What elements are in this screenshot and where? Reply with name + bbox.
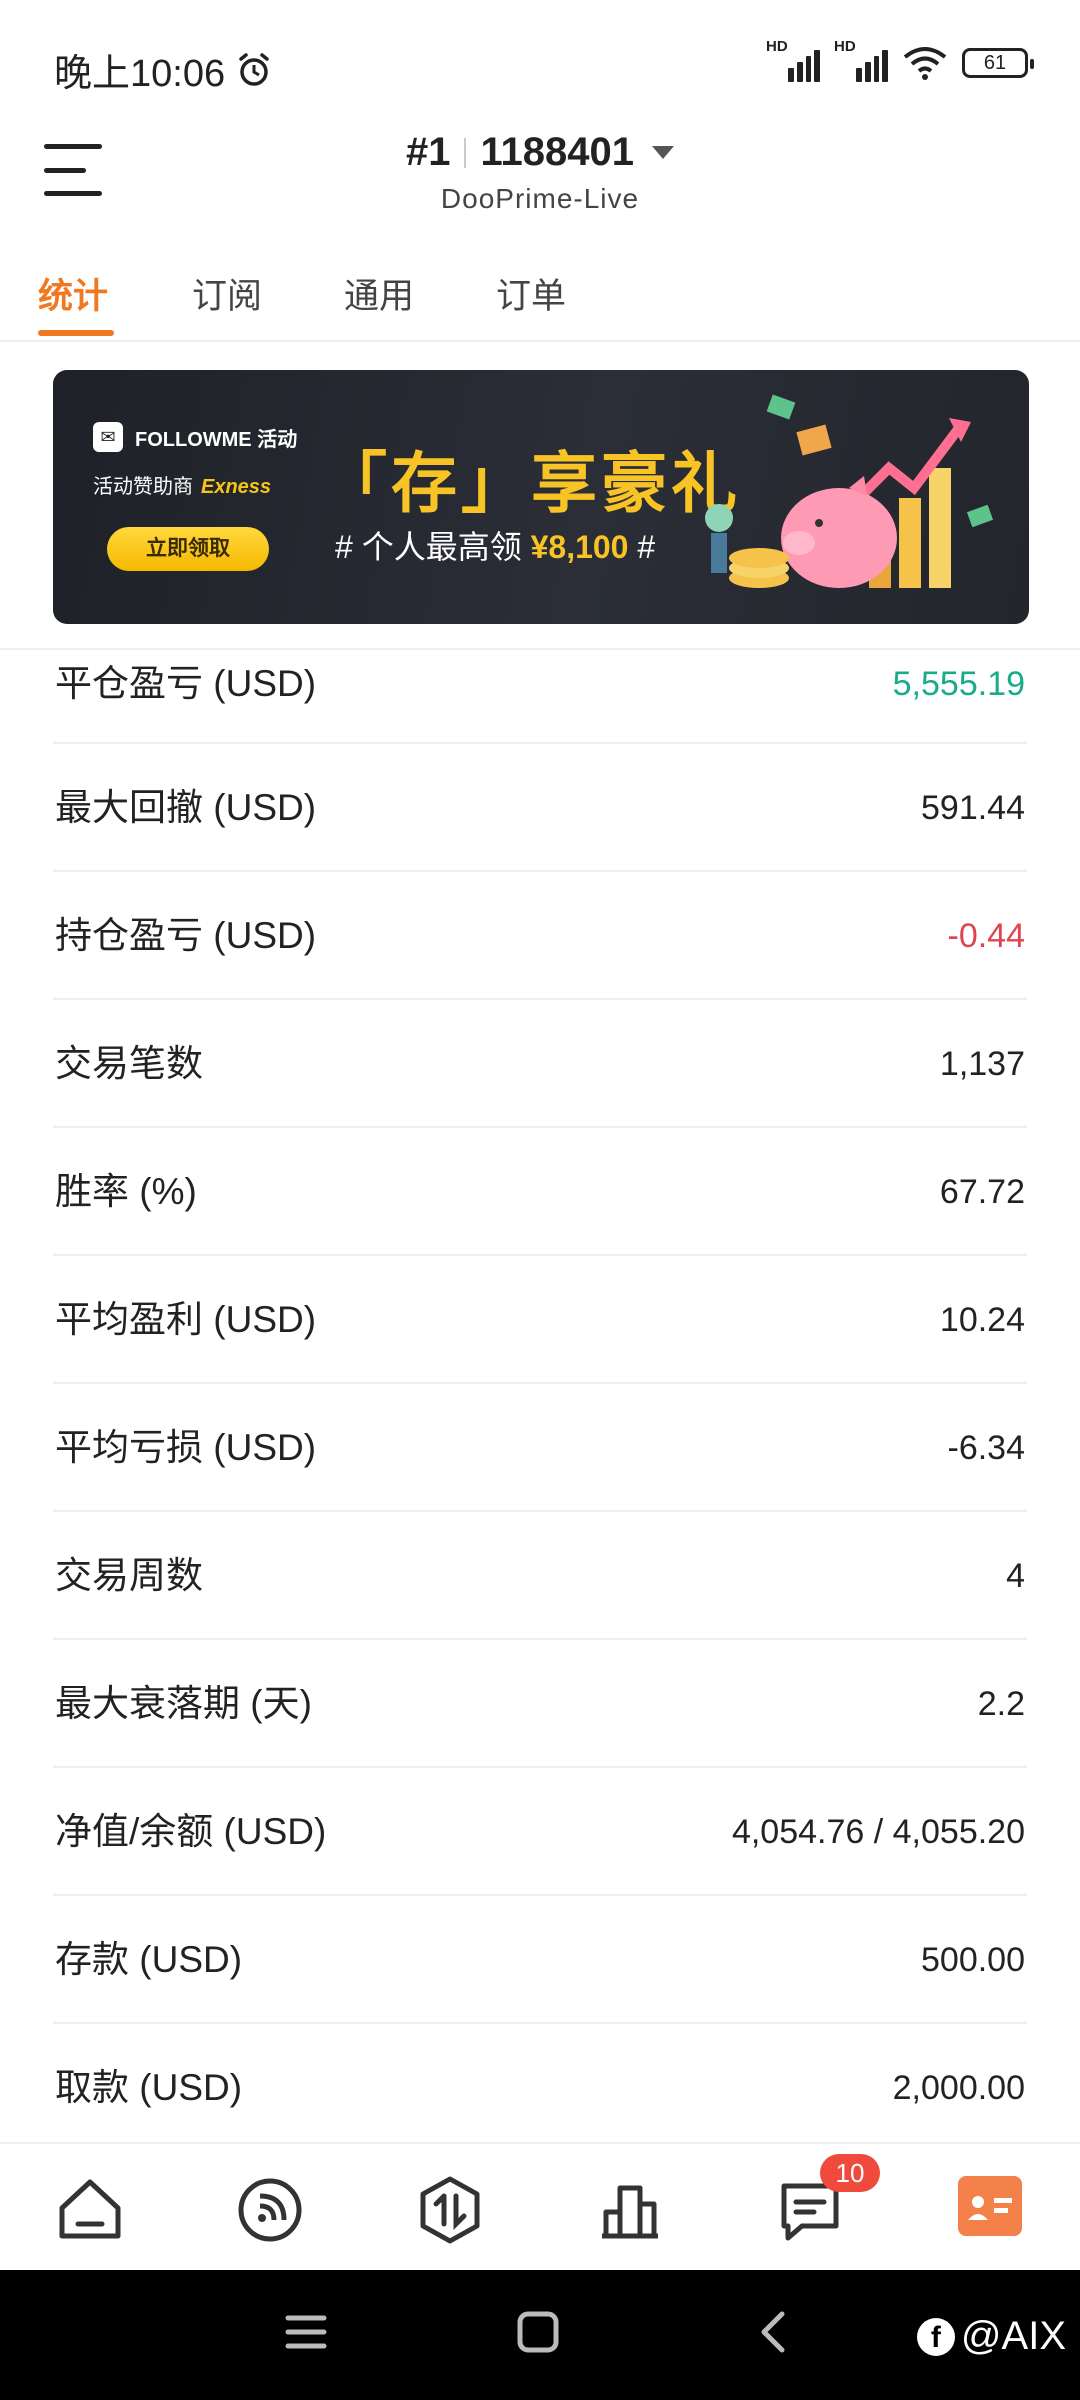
- bottom-navigation: 10: [0, 2142, 1080, 2270]
- stat-value: 2,000.00: [892, 2069, 1025, 2107]
- clock-text: 晚上10:06: [54, 53, 226, 95]
- stat-value: 2.2: [977, 1685, 1025, 1723]
- stat-row-trading-weeks: 交易周数 4: [53, 1512, 1027, 1640]
- stat-value: 67.72: [939, 1173, 1025, 1211]
- trade-icon[interactable]: [414, 2174, 486, 2246]
- app-header: #1 1188401 DooPrime-Live: [0, 130, 1080, 240]
- stat-label: 平均盈利 (USD): [55, 1299, 317, 1340]
- status-bar: 晚上10:06 HD HD 61: [0, 0, 1080, 130]
- stat-value: 500.00: [921, 1941, 1025, 1979]
- subtitle-amount: ¥8,100: [530, 529, 629, 565]
- status-indicators: HD HD 61: [766, 38, 1034, 82]
- watermark-handle: @AIX: [960, 2314, 1066, 2358]
- stat-value: -0.44: [947, 917, 1026, 955]
- account-id: 1188401: [480, 130, 634, 174]
- battery-level: 61: [983, 51, 1007, 74]
- subtitle-suffix: #: [637, 529, 656, 565]
- tab-statistics[interactable]: 统计: [38, 268, 108, 319]
- hd-badge: HD: [766, 38, 788, 55]
- stat-row-win-rate: 胜率 (%) 67.72: [53, 1128, 1027, 1256]
- stat-row-max-decline-period: 最大衰落期 (天) 2.2: [53, 1640, 1027, 1768]
- chevron-down-icon[interactable]: [652, 146, 674, 159]
- banner-subtitle: # 个人最高领 ¥8,100 #: [335, 522, 655, 568]
- stat-row-trade-count: 交易笔数 1,137: [53, 1000, 1027, 1128]
- hd-badge-2: HD: [834, 38, 856, 55]
- stat-label: 净值/余额 (USD): [55, 1811, 327, 1852]
- active-tab-indicator: [38, 330, 114, 336]
- sponsor-name: Exness: [201, 476, 272, 498]
- ranking-icon[interactable]: [594, 2174, 666, 2246]
- stat-label: 平均亏损 (USD): [55, 1427, 317, 1468]
- tab-subscribe[interactable]: 订阅: [192, 268, 262, 319]
- megaphone-icon: ✉: [93, 422, 123, 452]
- stat-label: 取款 (USD): [55, 2067, 243, 2108]
- subtitle-prefix: # 个人最高领: [335, 529, 522, 565]
- profile-icon[interactable]: [958, 2176, 1022, 2236]
- stat-label: 最大衰落期 (天): [55, 1683, 312, 1724]
- promo-banner[interactable]: ✉ FOLLOWME 活动 活动赞助商 Exness 立即领取 「存」享豪礼 # …: [53, 370, 1029, 624]
- message-badge: 10: [820, 2154, 880, 2192]
- stat-value: 4: [1006, 1557, 1025, 1595]
- stat-value: 1,137: [939, 1045, 1025, 1083]
- account-server: DooPrime-Live: [440, 183, 640, 214]
- stat-row-closed-pnl: 平仓盈亏 (USD) 5,555.19: [53, 650, 1027, 744]
- banner-title: 「存」享豪礼: [321, 446, 741, 520]
- signal-icon-2: HD: [834, 38, 888, 82]
- status-time: 晚上10:06: [54, 42, 273, 97]
- banner-sponsor: 活动赞助商 Exness: [93, 470, 271, 499]
- stat-label: 交易笔数: [55, 1043, 203, 1084]
- facebook-icon: f: [916, 2317, 955, 2356]
- stat-row-max-drawdown: 最大回撤 (USD) 591.44: [53, 744, 1027, 872]
- banner-brand-text: FOLLOWME 活动: [135, 428, 298, 451]
- stat-label: 持仓盈亏 (USD): [55, 915, 317, 956]
- stat-label: 平仓盈亏 (USD): [55, 663, 317, 704]
- piggy-bank-illustration: [705, 394, 994, 588]
- stat-row-withdrawal: 取款 (USD) 2,000.00: [53, 2024, 1027, 2152]
- stat-value: 591.44: [921, 789, 1025, 827]
- wifi-icon: [903, 47, 947, 80]
- alarm-icon: [239, 52, 269, 86]
- recent-apps-icon[interactable]: [284, 2310, 328, 2354]
- sponsor-prefix: 活动赞助商: [93, 476, 193, 498]
- subscribe-icon[interactable]: [234, 2174, 306, 2246]
- system-navigation-bar: f @AIX: [0, 2270, 1080, 2400]
- stat-row-avg-profit: 平均盈利 (USD) 10.24: [53, 1256, 1027, 1384]
- account-selector[interactable]: #1 1188401 DooPrime-Live: [0, 130, 1080, 215]
- signal-icon: HD: [766, 38, 820, 82]
- battery-icon: 61: [962, 48, 1034, 78]
- tab-orders[interactable]: 订单: [496, 268, 566, 319]
- stat-value: 5,555.19: [892, 665, 1025, 703]
- stat-value: -6.34: [947, 1429, 1026, 1467]
- watermark: f @AIX: [916, 2314, 1066, 2359]
- stats-list: 平仓盈亏 (USD) 5,555.19 最大回撤 (USD) 591.44 持仓…: [0, 650, 1080, 2152]
- stat-value: 10.24: [939, 1301, 1025, 1339]
- stat-row-equity-balance: 净值/余额 (USD) 4,054.76 / 4,055.20: [53, 1768, 1027, 1896]
- stat-row-floating-pnl: 持仓盈亏 (USD) -0.44: [53, 872, 1027, 1000]
- claim-now-button[interactable]: 立即领取: [107, 527, 269, 571]
- stat-label: 交易周数: [55, 1555, 203, 1596]
- stat-row-deposit: 存款 (USD) 500.00: [53, 1896, 1027, 2024]
- back-icon[interactable]: [752, 2310, 796, 2354]
- stat-value: 4,054.76 / 4,055.20: [731, 1813, 1025, 1851]
- tab-general[interactable]: 通用: [344, 268, 414, 319]
- stat-label: 存款 (USD): [55, 1939, 243, 1980]
- account-rank: #1: [405, 130, 451, 174]
- tab-bar: 统计 订阅 通用 订单: [0, 250, 1080, 342]
- stat-label: 最大回撤 (USD): [55, 787, 317, 828]
- home-icon[interactable]: [54, 2174, 126, 2246]
- home-button-icon[interactable]: [516, 2310, 560, 2354]
- banner-brand: ✉ FOLLOWME 活动: [93, 422, 297, 452]
- stat-label: 胜率 (%): [55, 1171, 197, 1212]
- separator: [464, 137, 467, 168]
- stat-row-avg-loss: 平均亏损 (USD) -6.34: [53, 1384, 1027, 1512]
